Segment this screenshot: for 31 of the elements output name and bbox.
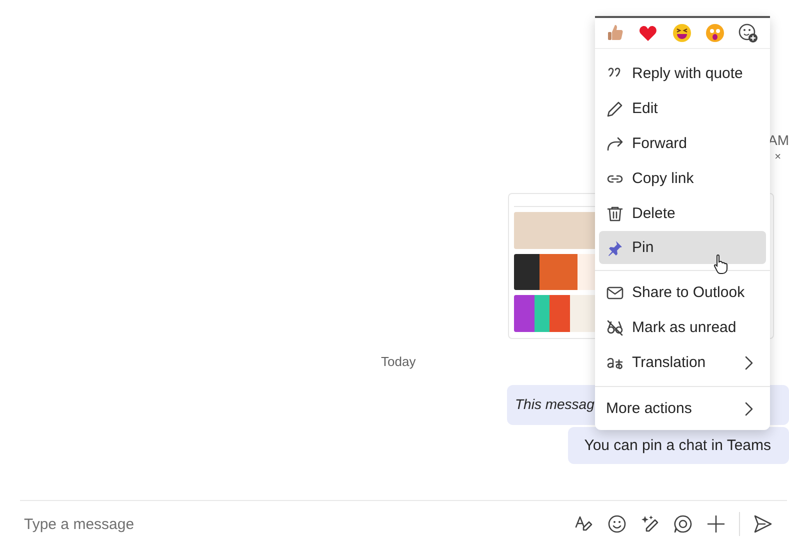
quote-icon <box>608 66 621 76</box>
menu-item[interactable]: Delete <box>599 196 766 231</box>
menu-item[interactable]: Copy link <box>599 161 766 196</box>
pin-icon <box>606 238 624 256</box>
plus-icon[interactable] <box>706 514 726 534</box>
add-reaction-icon[interactable] <box>738 23 758 43</box>
sparkle-pen-icon[interactable] <box>640 514 660 534</box>
hand-cursor-icon <box>712 254 728 274</box>
menu-item[interactable]: Mark as unread <box>599 310 766 345</box>
message-bubble: You can pin a chat in Teams <box>568 427 789 464</box>
like-emoji-icon[interactable] <box>605 23 625 43</box>
menu-item[interactable]: More actions <box>599 391 766 426</box>
emoji-icon[interactable] <box>607 514 627 534</box>
pencil-icon <box>606 100 624 118</box>
menu-item[interactable]: Forward <box>599 126 766 161</box>
menu-item[interactable]: Reply with quote <box>599 56 766 91</box>
forward-icon <box>606 134 624 152</box>
surprised-emoji-icon[interactable] <box>704 23 725 43</box>
menu-item[interactable]: Pin <box>599 231 766 264</box>
trash-icon <box>606 204 624 222</box>
menu-item[interactable]: Share to Outlook <box>599 275 766 310</box>
close-icon[interactable]: × <box>774 151 781 163</box>
chat-bubble-icon[interactable] <box>673 514 693 534</box>
date-divider: Today <box>381 354 416 369</box>
heart-emoji-icon[interactable] <box>638 23 658 43</box>
glasses-icon <box>606 318 624 336</box>
message-input[interactable]: Type a message <box>22 514 574 534</box>
menu-item[interactable]: Translation <box>599 345 766 380</box>
laugh-emoji-icon[interactable] <box>672 23 692 43</box>
send-icon[interactable] <box>753 514 773 534</box>
menu-item[interactable]: Edit <box>599 91 766 126</box>
